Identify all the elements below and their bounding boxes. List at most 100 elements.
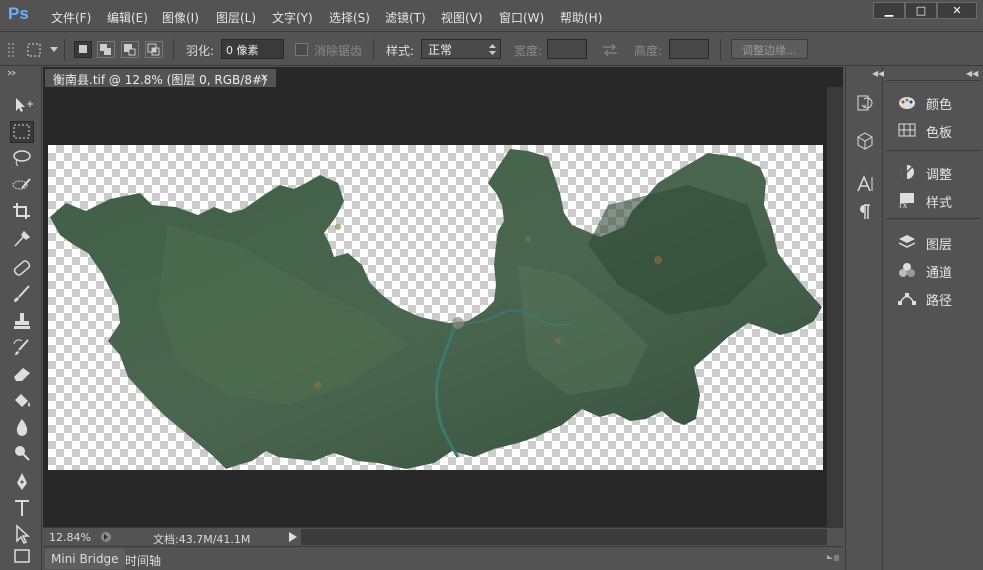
- add-selection-mode-icon[interactable]: [97, 41, 115, 58]
- antialias-label: 消除锯齿: [314, 44, 363, 58]
- width-label: 宽度:: [514, 44, 543, 58]
- zoom-level[interactable]: 12.84%: [49, 531, 91, 544]
- new-selection-mode-icon[interactable]: [74, 41, 92, 58]
- style-select-value: 正常: [428, 43, 453, 57]
- swatches-icon: [898, 123, 916, 137]
- style-label: 样式:: [386, 44, 415, 58]
- svg-text:fx: fx: [898, 201, 907, 208]
- status-arrow-right-icon[interactable]: [289, 532, 297, 542]
- panel-layers[interactable]: 图层: [894, 231, 979, 253]
- collapse-arrows-icon[interactable]: [6, 70, 36, 76]
- document-area: 衡南县.tif @ 12.8% (图层 0, RGB/8#) × 12.84% …: [43, 67, 843, 570]
- dodge-tool-icon[interactable]: [10, 442, 34, 464]
- maximize-button[interactable]: □: [905, 2, 937, 19]
- panel-swatches-label: 色板: [926, 126, 953, 141]
- healing-brush-tool-icon[interactable]: [10, 257, 34, 279]
- antialias-checkbox[interactable]: [295, 43, 308, 56]
- channels-icon: [899, 263, 915, 277]
- width-input[interactable]: [547, 39, 587, 59]
- menu-help[interactable]: 帮助(H): [560, 9, 602, 25]
- swap-arrows-icon[interactable]: [602, 44, 618, 56]
- history-brush-tool-icon[interactable]: [10, 336, 34, 358]
- menu-bar: Ps 文件(F) 编辑(E) 图像(I) 图层(L) 文字(Y) 选择(S) 滤…: [0, 0, 983, 32]
- photoshop-logo: Ps: [8, 4, 29, 23]
- styles-fx-icon: fx: [898, 193, 914, 208]
- panel-group-adjustments: 调整 fx 样式: [886, 150, 981, 218]
- menu-view[interactable]: 视图(V): [441, 9, 483, 25]
- map-image: [50, 149, 822, 469]
- type-tool-icon[interactable]: [10, 497, 34, 519]
- crop-tool-icon[interactable]: [10, 200, 34, 222]
- collapse-panels-icon[interactable]: ◀◀: [966, 69, 978, 78]
- color-palette-icon: [899, 97, 915, 109]
- tab-mini-bridge[interactable]: Mini Bridge: [45, 549, 125, 569]
- move-tool-icon[interactable]: [10, 94, 34, 116]
- collapse-dock-icon[interactable]: ◀◀: [872, 69, 884, 78]
- eyedropper-tool-icon[interactable]: [10, 227, 34, 249]
- status-options-icon[interactable]: [100, 531, 112, 543]
- panel-layers-label: 图层: [926, 238, 953, 253]
- chevron-down-icon[interactable]: [50, 47, 58, 53]
- panel-paths[interactable]: 路径: [894, 287, 979, 309]
- menu-type[interactable]: 文字(Y): [272, 9, 313, 25]
- intersect-selection-mode-icon[interactable]: [145, 41, 163, 58]
- status-bar: 12.84% 文档:43.7M/41.1M: [43, 527, 843, 546]
- refine-edge-button[interactable]: 调整边缘...: [731, 39, 808, 59]
- eraser-tool-icon[interactable]: [10, 363, 34, 385]
- canvas[interactable]: [48, 145, 823, 470]
- vertical-scrollbar[interactable]: [827, 87, 843, 527]
- character-icon[interactable]: [855, 174, 875, 194]
- panel-color[interactable]: 颜色: [894, 91, 979, 113]
- history-icon[interactable]: [855, 93, 875, 113]
- horizontal-scrollbar[interactable]: [301, 529, 827, 545]
- toolbox: [0, 67, 42, 570]
- panel-group-color: 颜色 色板: [886, 80, 981, 150]
- panel-swatches[interactable]: 色板: [894, 119, 979, 141]
- paths-icon: [898, 293, 916, 305]
- close-tab-icon[interactable]: ×: [260, 71, 269, 84]
- brush-tool-icon[interactable]: [10, 283, 34, 305]
- style-select[interactable]: 正常: [421, 39, 501, 59]
- menu-select[interactable]: 选择(S): [329, 9, 370, 25]
- menu-layer[interactable]: 图层(L): [216, 9, 256, 25]
- feather-input[interactable]: 0 像素: [221, 39, 284, 59]
- clone-stamp-tool-icon[interactable]: [10, 310, 34, 332]
- menu-window[interactable]: 窗口(W): [499, 9, 544, 25]
- menu-edit[interactable]: 编辑(E): [107, 9, 148, 25]
- canvas-viewport[interactable]: [43, 87, 827, 527]
- 3d-cube-icon[interactable]: [855, 131, 875, 151]
- minimize-button[interactable]: ▁: [873, 2, 905, 19]
- adjustments-icon: [900, 165, 914, 179]
- panel-channels-label: 通道: [926, 266, 953, 281]
- panel-channels[interactable]: 通道: [894, 259, 979, 281]
- panel-paths-label: 路径: [926, 294, 953, 309]
- panel-menu-icon[interactable]: [827, 555, 839, 563]
- icon-dock: ◀◀: [845, 67, 884, 570]
- path-selection-tool-icon[interactable]: [10, 523, 34, 545]
- paragraph-icon[interactable]: [855, 202, 875, 222]
- quick-selection-tool-icon[interactable]: [10, 174, 34, 196]
- rectangle-shape-tool-icon[interactable]: [10, 545, 34, 567]
- panel-adjustments-label: 调整: [926, 168, 953, 183]
- paint-bucket-tool-icon[interactable]: [10, 389, 34, 411]
- subtract-selection-mode-icon[interactable]: [121, 41, 139, 58]
- blur-tool-icon[interactable]: [10, 416, 34, 438]
- rect-marquee-tool-icon[interactable]: [10, 121, 34, 143]
- panel-styles-label: 样式: [926, 196, 953, 211]
- close-window-button[interactable]: ✕: [937, 2, 977, 19]
- height-input[interactable]: [669, 39, 709, 59]
- tab-timeline[interactable]: 时间轴: [119, 549, 167, 569]
- panel-adjustments[interactable]: 调整: [894, 161, 979, 183]
- menu-file[interactable]: 文件(F): [51, 9, 91, 25]
- lasso-tool-icon[interactable]: [10, 147, 34, 169]
- layers-icon: [898, 235, 916, 248]
- document-tab-title: 衡南县.tif @ 12.8% (图层 0, RGB/8#): [53, 73, 267, 87]
- menu-image[interactable]: 图像(I): [162, 9, 199, 25]
- menu-filter[interactable]: 滤镜(T): [385, 9, 426, 25]
- pen-tool-icon[interactable]: [10, 471, 34, 493]
- feather-label: 羽化:: [186, 44, 215, 58]
- panels-column: ◀◀ 颜色 色板 调整 fx 样式 图层 通道 路径: [884, 67, 983, 570]
- rect-marquee-preset-icon[interactable]: [26, 42, 42, 58]
- document-tab[interactable]: 衡南县.tif @ 12.8% (图层 0, RGB/8#) ×: [45, 69, 276, 88]
- panel-styles[interactable]: fx 样式: [894, 189, 979, 211]
